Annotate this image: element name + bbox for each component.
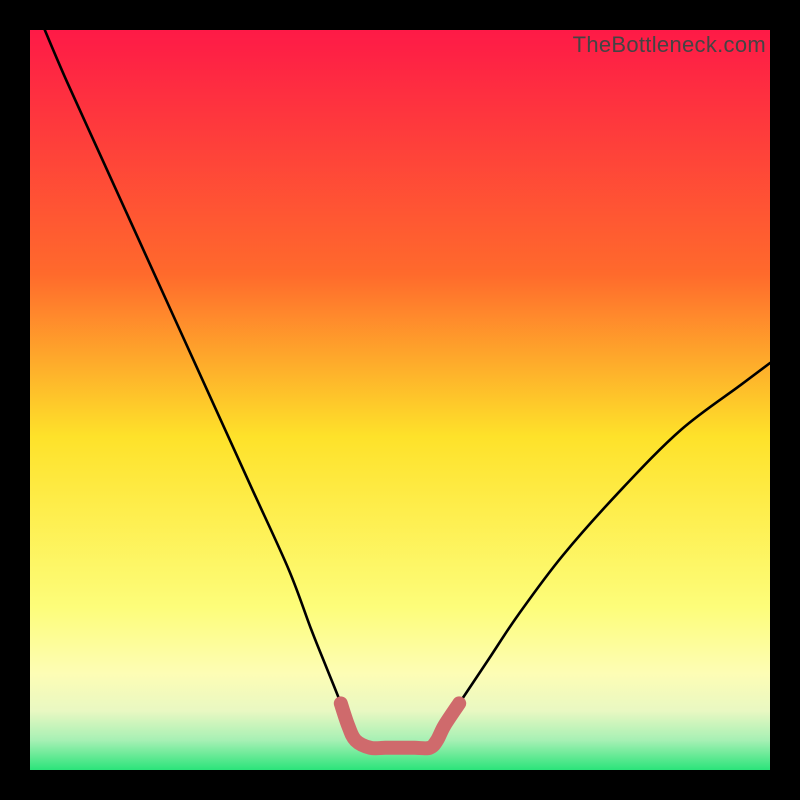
- bottleneck-curve: [45, 30, 770, 748]
- plot-svg: [30, 30, 770, 770]
- highlight-segment: [341, 703, 459, 748]
- chart-frame: TheBottleneck.com: [0, 0, 800, 800]
- watermark-label: TheBottleneck.com: [573, 32, 766, 58]
- plot-area: [30, 30, 770, 770]
